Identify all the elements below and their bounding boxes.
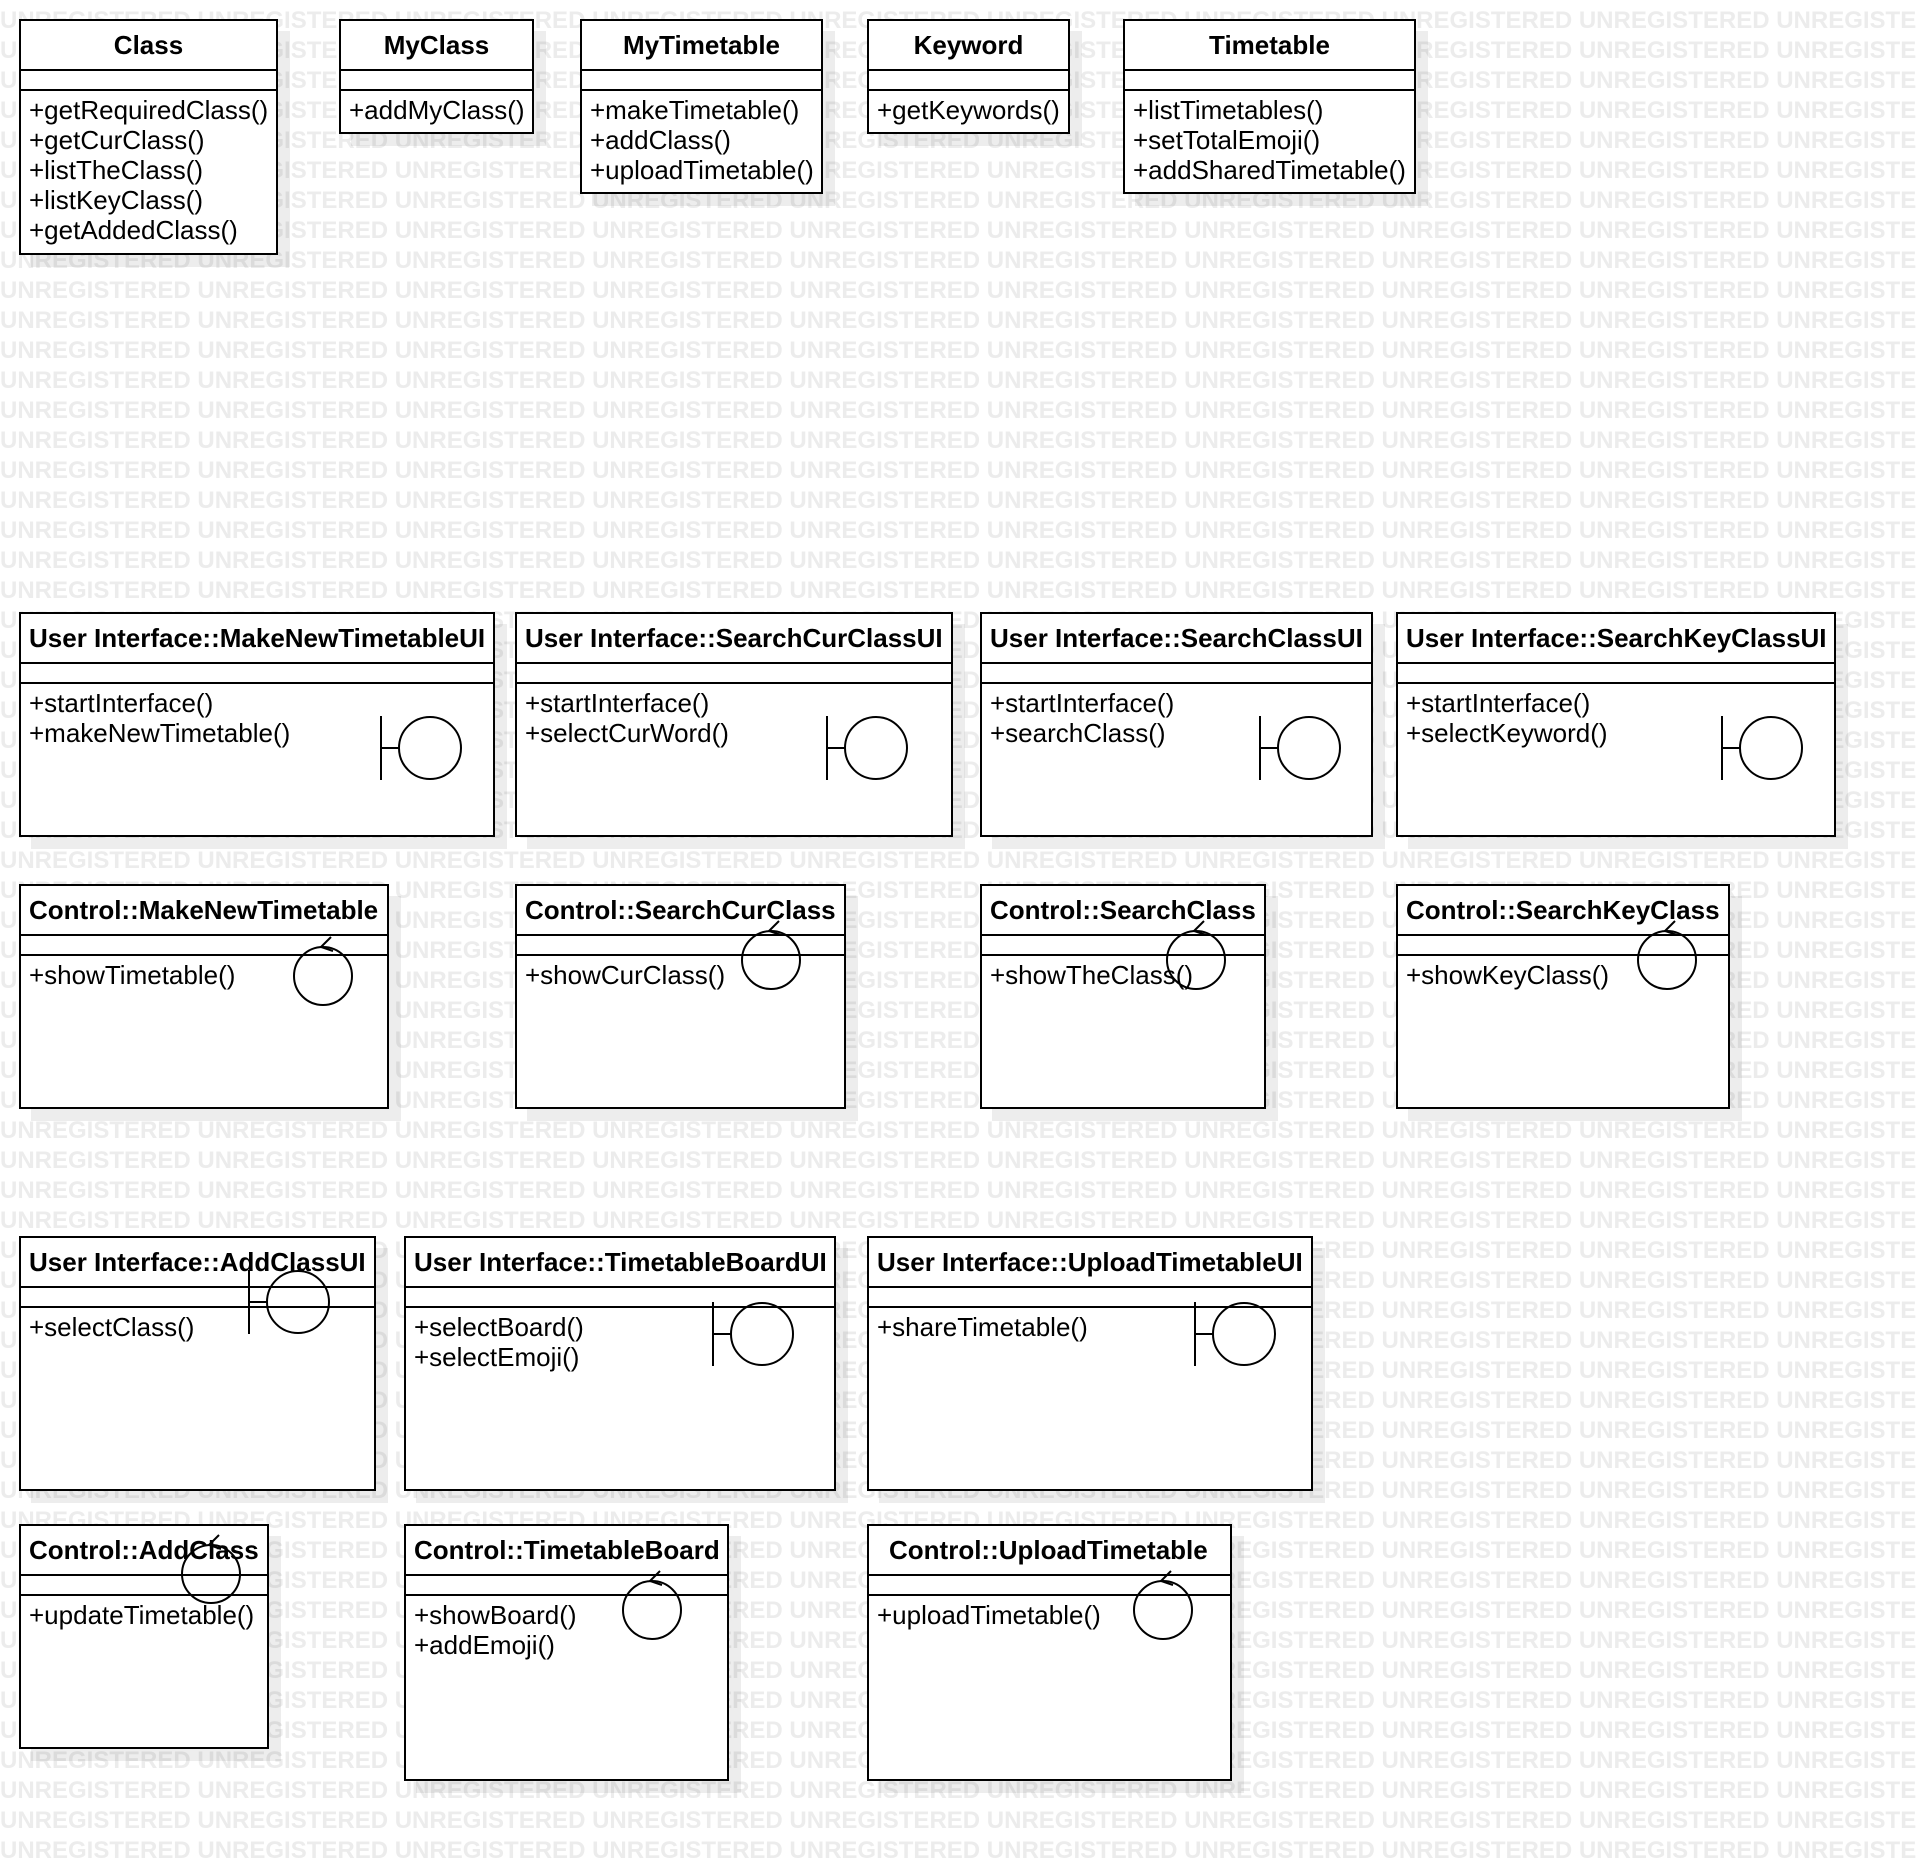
- control-icon: [1637, 920, 1697, 990]
- operation: +addSharedTimetable(): [1133, 155, 1406, 185]
- control-icon: [622, 1570, 682, 1640]
- class-name: User Interface::TimetableBoardUI: [406, 1238, 834, 1288]
- class-name: Keyword: [869, 21, 1068, 71]
- attributes-compartment: [517, 664, 951, 684]
- attributes-compartment: [1398, 664, 1834, 684]
- watermark-line: UNREGISTERED UNREGISTERED UNREGISTERED U…: [0, 397, 1916, 424]
- watermark-line: UNREGISTERED UNREGISTERED UNREGISTERED U…: [0, 517, 1916, 544]
- operation: +addMyClass(): [349, 95, 525, 125]
- class-name: User Interface::MakeNewTimetableUI: [21, 614, 493, 664]
- watermark-line: UNREGISTERED UNREGISTERED UNREGISTERED U…: [0, 367, 1916, 394]
- class-box-timetable[interactable]: Timetable +listTimetables() +setTotalEmo…: [1123, 19, 1416, 194]
- control-box-makenewtimetable[interactable]: Control::MakeNewTimetable +showTimetable…: [19, 884, 389, 1109]
- operations-compartment: +listTimetables() +setTotalEmoji() +addS…: [1125, 91, 1414, 185]
- attributes-compartment: [341, 71, 532, 91]
- control-box-uploadtimetable[interactable]: Control::UploadTimetable +uploadTimetabl…: [867, 1524, 1232, 1781]
- attributes-compartment: [1125, 71, 1414, 91]
- boundary-icon: [1259, 716, 1341, 780]
- attributes-compartment: [21, 71, 276, 91]
- watermark-line: UNREGISTERED UNREGISTERED UNREGISTERED U…: [0, 337, 1916, 364]
- operation: +getAddedClass(): [29, 215, 238, 245]
- operations-compartment: +getRequiredClass() +getCurClass() +list…: [21, 91, 276, 245]
- watermark-line: UNREGISTERED UNREGISTERED UNREGISTERED U…: [0, 247, 1916, 274]
- watermark-line: UNREGISTERED UNREGISTERED UNREGISTERED U…: [0, 547, 1916, 574]
- operation: +listTimetables(): [1133, 95, 1324, 125]
- watermark-line: UNREGISTERED UNREGISTERED UNREGISTERED U…: [0, 1147, 1916, 1174]
- watermark-line: UNREGISTERED UNREGISTERED UNREGISTERED U…: [0, 427, 1916, 454]
- control-icon: [1166, 920, 1226, 990]
- attributes-compartment: [869, 71, 1068, 91]
- operation: +listKeyClass(): [29, 185, 204, 215]
- control-box-searchkeyclass[interactable]: Control::SearchKeyClass +showKeyClass(): [1396, 884, 1730, 1109]
- operations-compartment: +getKeywords(): [869, 91, 1068, 125]
- operation: +setTotalEmoji(): [1133, 125, 1321, 155]
- watermark-line: UNREGISTERED UNREGISTERED UNREGISTERED U…: [0, 307, 1916, 334]
- watermark-line: UNREGISTERED UNREGISTERED UNREGISTERED U…: [0, 187, 1916, 214]
- boundary-icon: [1721, 716, 1803, 780]
- watermark-line: UNREGISTERED UNREGISTERED UNREGISTERED U…: [0, 847, 1916, 874]
- class-box-myclass[interactable]: MyClass +addMyClass(): [339, 19, 534, 134]
- watermark-line: UNREGISTERED UNREGISTERED UNREGISTERED U…: [0, 277, 1916, 304]
- watermark-line: UNREGISTERED UNREGISTERED UNREGISTERED U…: [0, 217, 1916, 244]
- operation: +makeTimetable(): [590, 95, 800, 125]
- boundary-box-timetableboardui[interactable]: User Interface::TimetableBoardUI +select…: [404, 1236, 836, 1491]
- control-icon: [741, 920, 801, 990]
- control-box-searchcurclass[interactable]: Control::SearchCurClass +showCurClass(): [515, 884, 846, 1109]
- control-icon: [181, 1534, 241, 1604]
- boundary-box-searchcurclassui[interactable]: User Interface::SearchCurClassUI +startI…: [515, 612, 953, 837]
- operation: +listTheClass(): [29, 155, 204, 185]
- class-name: User Interface::SearchCurClassUI: [517, 614, 951, 664]
- watermark-line: UNREGISTERED UNREGISTERED UNREGISTERED U…: [0, 1177, 1916, 1204]
- control-icon: [1133, 1570, 1193, 1640]
- watermark-line: UNREGISTERED UNREGISTERED UNREGISTERED U…: [0, 1837, 1916, 1860]
- operation: +addClass(): [590, 125, 731, 155]
- class-box-mytimetable[interactable]: MyTimetable +makeTimetable() +addClass()…: [580, 19, 823, 194]
- class-name: Class: [21, 21, 276, 71]
- boundary-icon: [826, 716, 908, 780]
- boundary-icon: [380, 716, 462, 780]
- operation: +getKeywords(): [877, 95, 1060, 125]
- watermark-line: UNREGISTERED UNREGISTERED UNREGISTERED U…: [0, 577, 1916, 604]
- boundary-icon: [248, 1270, 330, 1334]
- control-box-searchclass[interactable]: Control::SearchClass +showTheClass(): [980, 884, 1266, 1109]
- attributes-compartment: [982, 664, 1371, 684]
- class-box-class[interactable]: Class +getRequiredClass() +getCurClass()…: [19, 19, 278, 255]
- boundary-icon: [712, 1302, 794, 1366]
- boundary-box-uploadtimetableui[interactable]: User Interface::UploadTimetableUI +share…: [867, 1236, 1313, 1491]
- operations-compartment: +makeTimetable() +addClass() +uploadTime…: [582, 91, 821, 185]
- watermark-line: UNREGISTERED UNREGISTERED UNREGISTERED U…: [0, 457, 1916, 484]
- boundary-box-searchclassui[interactable]: User Interface::SearchClassUI +startInte…: [980, 612, 1373, 837]
- operations-compartment: +addMyClass(): [341, 91, 532, 125]
- class-name: User Interface::SearchClassUI: [982, 614, 1371, 664]
- attributes-compartment: [21, 664, 493, 684]
- class-box-keyword[interactable]: Keyword +getKeywords(): [867, 19, 1070, 134]
- watermark-line: UNREGISTERED UNREGISTERED UNREGISTERED U…: [0, 1117, 1916, 1144]
- operation: +getCurClass(): [29, 125, 205, 155]
- watermark-line: UNREGISTERED UNREGISTERED UNREGISTERED U…: [0, 157, 1916, 184]
- boundary-icon: [1194, 1302, 1276, 1366]
- class-name: MyClass: [341, 21, 532, 71]
- watermark-line: UNREGISTERED UNREGISTERED UNREGISTERED U…: [0, 487, 1916, 514]
- operation: +getRequiredClass(): [29, 95, 269, 125]
- watermark-line: UNREGISTERED UNREGISTERED UNREGISTERED U…: [0, 1207, 1916, 1234]
- class-name: User Interface::SearchKeyClassUI: [1398, 614, 1834, 664]
- boundary-box-addclassui[interactable]: User Interface::AddClassUI +selectClass(…: [19, 1236, 376, 1491]
- class-name: Timetable: [1125, 21, 1414, 71]
- attributes-compartment: [582, 71, 821, 91]
- class-name: User Interface::UploadTimetableUI: [869, 1238, 1311, 1288]
- operation: +uploadTimetable(): [590, 155, 814, 185]
- control-box-timetableboard[interactable]: Control::TimetableBoard +showBoard() +ad…: [404, 1524, 729, 1781]
- watermark-line: UNREGISTERED UNREGISTERED UNREGISTERED U…: [0, 1807, 1916, 1834]
- class-name: MyTimetable: [582, 21, 821, 71]
- control-box-addclass[interactable]: Control::AddClass +updateTimetable(): [19, 1524, 269, 1749]
- boundary-box-makenewtimetableui[interactable]: User Interface::MakeNewTimetableUI +star…: [19, 612, 495, 837]
- control-icon: [293, 936, 353, 1006]
- boundary-box-searchkeyclassui[interactable]: User Interface::SearchKeyClassUI +startI…: [1396, 612, 1836, 837]
